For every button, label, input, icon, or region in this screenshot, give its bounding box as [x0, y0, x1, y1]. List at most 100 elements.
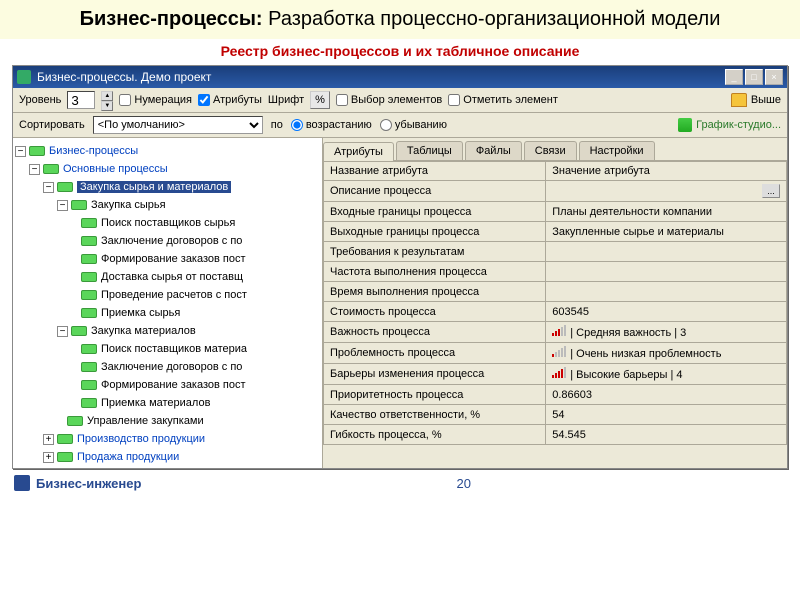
folder-icon: [731, 93, 747, 107]
attr-name: Входные границы процесса: [324, 202, 546, 222]
expander-icon[interactable]: −: [29, 164, 40, 175]
tree-item[interactable]: Заключение договоров с по: [101, 235, 242, 247]
attributes-panel: Атрибуты Таблицы Файлы Связи Настройки Н…: [323, 138, 787, 468]
node-icon: [81, 380, 97, 390]
graphstudio-button[interactable]: График-студио...: [678, 118, 781, 132]
attr-name: Важность процесса: [324, 322, 546, 343]
node-icon: [57, 182, 73, 192]
attr-name: Частота выполнения процесса: [324, 262, 546, 282]
tree-item[interactable]: Основные процессы: [63, 163, 168, 175]
expander-icon[interactable]: −: [57, 200, 68, 211]
tree-item[interactable]: Закупка материалов: [91, 325, 196, 337]
attributes-grid: Название атрибута Значение атрибута Опис…: [323, 161, 787, 468]
sortbar: Сортировать <По умолчанию> по возрастани…: [13, 113, 787, 138]
node-icon: [81, 272, 97, 282]
mark-elem-checkbox[interactable]: Отметить элемент: [448, 94, 558, 106]
close-button[interactable]: ×: [765, 69, 783, 85]
numbering-checkbox[interactable]: Нумерация: [119, 94, 192, 106]
title-bold: Бизнес-процессы:: [80, 8, 263, 30]
tree-item[interactable]: Проведение расчетов с пост: [101, 289, 247, 301]
window-title: Бизнес-процессы. Демо проект: [37, 70, 211, 84]
tabs: Атрибуты Таблицы Файлы Связи Настройки: [323, 138, 787, 161]
tab-tables[interactable]: Таблицы: [396, 141, 463, 160]
sort-select[interactable]: <По умолчанию>: [93, 116, 263, 134]
font-label: Шрифт: [268, 94, 304, 106]
tree-item[interactable]: Управление закупками: [87, 415, 204, 427]
node-icon: [81, 308, 97, 318]
col-value[interactable]: Значение атрибута: [546, 162, 787, 181]
toolbar: Уровень ▲▼ Нумерация Атрибуты Шрифт % Вы…: [13, 88, 787, 113]
attr-value[interactable]: | Средняя важность | 3: [546, 322, 787, 343]
expander-icon[interactable]: −: [43, 182, 54, 193]
tree-item[interactable]: Поиск поставщиков материа: [101, 343, 247, 355]
window-body: −Бизнес-процессы −Основные процессы −Зак…: [13, 138, 787, 468]
attr-name: Качество ответственности, %: [324, 405, 546, 425]
tree-item[interactable]: Поиск поставщиков сырья: [101, 217, 235, 229]
node-icon: [71, 200, 87, 210]
tree-item[interactable]: Бизнес-процессы: [49, 145, 138, 157]
attr-value[interactable]: 54: [546, 405, 787, 425]
level-input[interactable]: [67, 91, 95, 109]
footer: Бизнес-инженер 20: [0, 469, 800, 497]
tree-item[interactable]: Доставка сырья от поставщ: [101, 271, 243, 283]
attributes-checkbox[interactable]: Атрибуты: [198, 94, 262, 106]
tree-item[interactable]: Приемка сырья: [101, 307, 180, 319]
attr-name: Гибкость процесса, %: [324, 425, 546, 445]
minimize-button[interactable]: _: [725, 69, 743, 85]
above-button[interactable]: Выше: [751, 94, 781, 106]
attr-value[interactable]: 54.545: [546, 425, 787, 445]
tree-item[interactable]: Закупка сырья: [91, 199, 166, 211]
tree-item-selected[interactable]: Закупка сырья и материалов: [77, 181, 231, 193]
attr-value[interactable]: [546, 282, 787, 302]
tree-item[interactable]: Производство продукции: [77, 433, 205, 445]
expander-icon[interactable]: +: [43, 452, 54, 463]
attr-value[interactable]: Закупленные сырье и материалы: [546, 222, 787, 242]
font-button[interactable]: %: [310, 91, 330, 109]
tree-item[interactable]: Заключение договоров с по: [101, 361, 242, 373]
attr-name: Барьеры изменения процесса: [324, 364, 546, 385]
attr-value[interactable]: 603545: [546, 302, 787, 322]
attr-name: Стоимость процесса: [324, 302, 546, 322]
attr-name: Проблемность процесса: [324, 343, 546, 364]
attr-name: Время выполнения процесса: [324, 282, 546, 302]
sort-label: Сортировать: [19, 119, 85, 131]
tab-files[interactable]: Файлы: [465, 141, 522, 160]
select-elems-checkbox[interactable]: Выбор элементов: [336, 94, 442, 106]
tab-attributes[interactable]: Атрибуты: [323, 142, 394, 161]
attr-value[interactable]: 0.86603: [546, 385, 787, 405]
attr-value[interactable]: Планы деятельности компании: [546, 202, 787, 222]
attr-value[interactable]: [546, 262, 787, 282]
desc-radio[interactable]: убыванию: [380, 119, 447, 131]
title-rest: Разработка процессно-организационной мод…: [263, 8, 721, 30]
col-name[interactable]: Название атрибута: [324, 162, 546, 181]
app-window: Бизнес-процессы. Демо проект _ □ × Урове…: [12, 65, 788, 469]
attr-name: Выходные границы процесса: [324, 222, 546, 242]
tree-item[interactable]: Формирование заказов пост: [101, 253, 246, 265]
node-icon: [81, 290, 97, 300]
attr-value[interactable]: ...: [546, 181, 787, 202]
attr-value[interactable]: | Очень низкая проблемность: [546, 343, 787, 364]
registry-title: Реестр бизнес-процессов и их табличное о…: [0, 39, 800, 65]
node-icon: [43, 164, 59, 174]
node-icon: [81, 362, 97, 372]
ellipsis-button[interactable]: ...: [762, 184, 780, 198]
attr-value[interactable]: [546, 242, 787, 262]
titlebar: Бизнес-процессы. Демо проект _ □ ×: [13, 66, 787, 88]
tree-item[interactable]: Формирование заказов пост: [101, 379, 246, 391]
slide-title: Бизнес-процессы: Разработка процессно-ор…: [0, 0, 800, 39]
expander-icon[interactable]: −: [57, 326, 68, 337]
app-icon: [17, 70, 31, 84]
tree-item[interactable]: Продажа продукции: [77, 451, 179, 463]
maximize-button[interactable]: □: [745, 69, 763, 85]
tab-links[interactable]: Связи: [524, 141, 577, 160]
tab-settings[interactable]: Настройки: [579, 141, 655, 160]
level-stepper[interactable]: ▲▼: [101, 91, 113, 109]
expander-icon[interactable]: +: [43, 434, 54, 445]
attr-value[interactable]: | Высокие барьеры | 4: [546, 364, 787, 385]
node-icon: [57, 452, 73, 462]
level-label: Уровень: [19, 94, 61, 106]
node-icon: [81, 254, 97, 264]
asc-radio[interactable]: возрастанию: [291, 119, 372, 131]
tree-item[interactable]: Приемка материалов: [101, 397, 210, 409]
expander-icon[interactable]: −: [15, 146, 26, 157]
